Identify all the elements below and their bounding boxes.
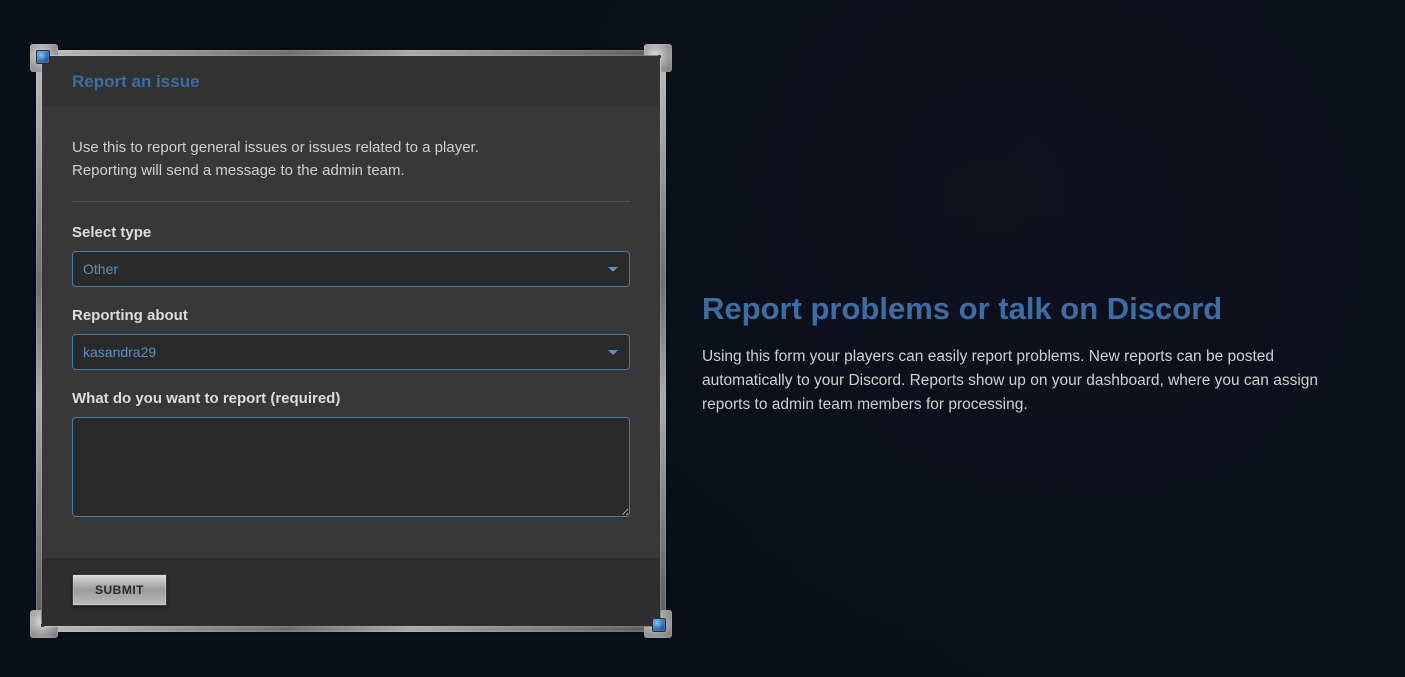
frame-edge — [44, 626, 658, 632]
page-title: Report problems or talk on Discord — [702, 290, 1332, 327]
panel-header: Report an issue — [42, 56, 660, 106]
intro-text: Use this to report general issues or iss… — [72, 136, 630, 183]
submit-button[interactable]: SUBMIT — [72, 574, 167, 606]
about-label: Reporting about — [72, 307, 630, 324]
intro-line: Use this to report general issues or iss… — [72, 139, 479, 156]
gem-icon — [36, 50, 50, 64]
panel-title: Report an issue — [72, 72, 630, 92]
report-panel: Report an issue Use this to report gener… — [30, 44, 672, 638]
gem-icon — [652, 618, 666, 632]
panel-body: Use this to report general issues or iss… — [42, 106, 660, 558]
about-select[interactable]: kasandra29 — [72, 334, 630, 370]
panel-footer: SUBMIT — [42, 558, 660, 626]
page-description: Using this form your players can easily … — [702, 345, 1332, 417]
right-content: Report problems or talk on Discord Using… — [702, 290, 1362, 417]
report-label: What do you want to report (required) — [72, 390, 630, 407]
report-textarea[interactable] — [72, 417, 630, 517]
divider — [72, 201, 630, 202]
type-label: Select type — [72, 224, 630, 241]
intro-line: Reporting will send a message to the adm… — [72, 162, 405, 179]
type-select[interactable]: Other — [72, 251, 630, 287]
frame-edge — [660, 58, 666, 624]
